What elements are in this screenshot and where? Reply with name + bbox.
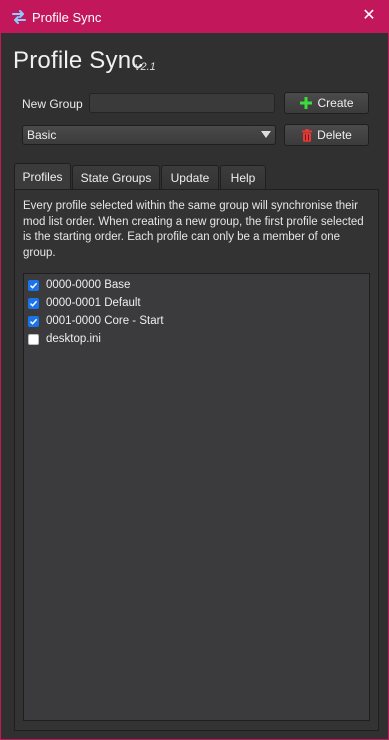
version-label: v2.1 xyxy=(135,61,156,73)
title-bar[interactable]: Profile Sync ✕ xyxy=(1,1,388,33)
checkbox-checked-icon[interactable] xyxy=(28,279,39,291)
tab-update[interactable]: Update xyxy=(161,165,219,189)
sync-arrows-icon xyxy=(12,10,26,24)
list-item[interactable]: 0000-0000 Base xyxy=(28,276,130,294)
profile-sync-window: Profile Sync ✕ Profile Sync v2.1 New Gro… xyxy=(0,0,389,740)
list-item[interactable]: desktop.ini xyxy=(28,330,101,348)
create-button-label: Create xyxy=(317,96,354,110)
create-button[interactable]: Create xyxy=(284,92,369,114)
profiles-list[interactable]: 0000-0000 Base 0000-0001 Default 0001-00… xyxy=(23,273,370,721)
plus-icon xyxy=(300,97,313,109)
tab-help-label: Help xyxy=(230,170,256,185)
window-title: Profile Sync xyxy=(32,10,102,25)
group-select-value: Basic xyxy=(27,128,57,142)
tab-profiles[interactable]: Profiles xyxy=(14,163,71,190)
profile-name: 0000-0001 Default xyxy=(46,297,141,309)
tab-update-label: Update xyxy=(170,170,210,185)
checkbox-unchecked-icon[interactable] xyxy=(28,333,39,345)
tab-help[interactable]: Help xyxy=(220,165,266,189)
list-item[interactable]: 0000-0001 Default xyxy=(28,294,141,312)
profile-name: 0001-0000 Core - Start xyxy=(46,315,164,327)
profiles-panel: Every profile selected within the same g… xyxy=(14,189,379,731)
trash-icon xyxy=(302,128,313,142)
close-icon[interactable]: ✕ xyxy=(360,7,378,25)
profile-name: 0000-0000 Base xyxy=(46,279,131,291)
tab-state-groups[interactable]: State Groups xyxy=(72,165,160,189)
delete-button[interactable]: Delete xyxy=(284,124,369,146)
checkbox-checked-icon[interactable] xyxy=(28,297,39,309)
checkbox-checked-icon[interactable] xyxy=(28,315,39,327)
tab-profiles-label: Profiles xyxy=(22,170,63,184)
page-title: Profile Sync xyxy=(13,47,144,74)
group-select[interactable]: Basic xyxy=(22,125,276,145)
chevron-down-icon xyxy=(261,131,271,138)
new-group-label: New Group xyxy=(22,97,83,111)
tab-state-groups-label: State Groups xyxy=(80,170,152,185)
list-item[interactable]: 0001-0000 Core - Start xyxy=(28,312,164,330)
delete-button-label: Delete xyxy=(317,128,352,142)
profiles-description: Every profile selected within the same g… xyxy=(23,200,364,259)
profile-name: desktop.ini xyxy=(46,333,101,345)
new-group-input[interactable] xyxy=(89,93,275,113)
